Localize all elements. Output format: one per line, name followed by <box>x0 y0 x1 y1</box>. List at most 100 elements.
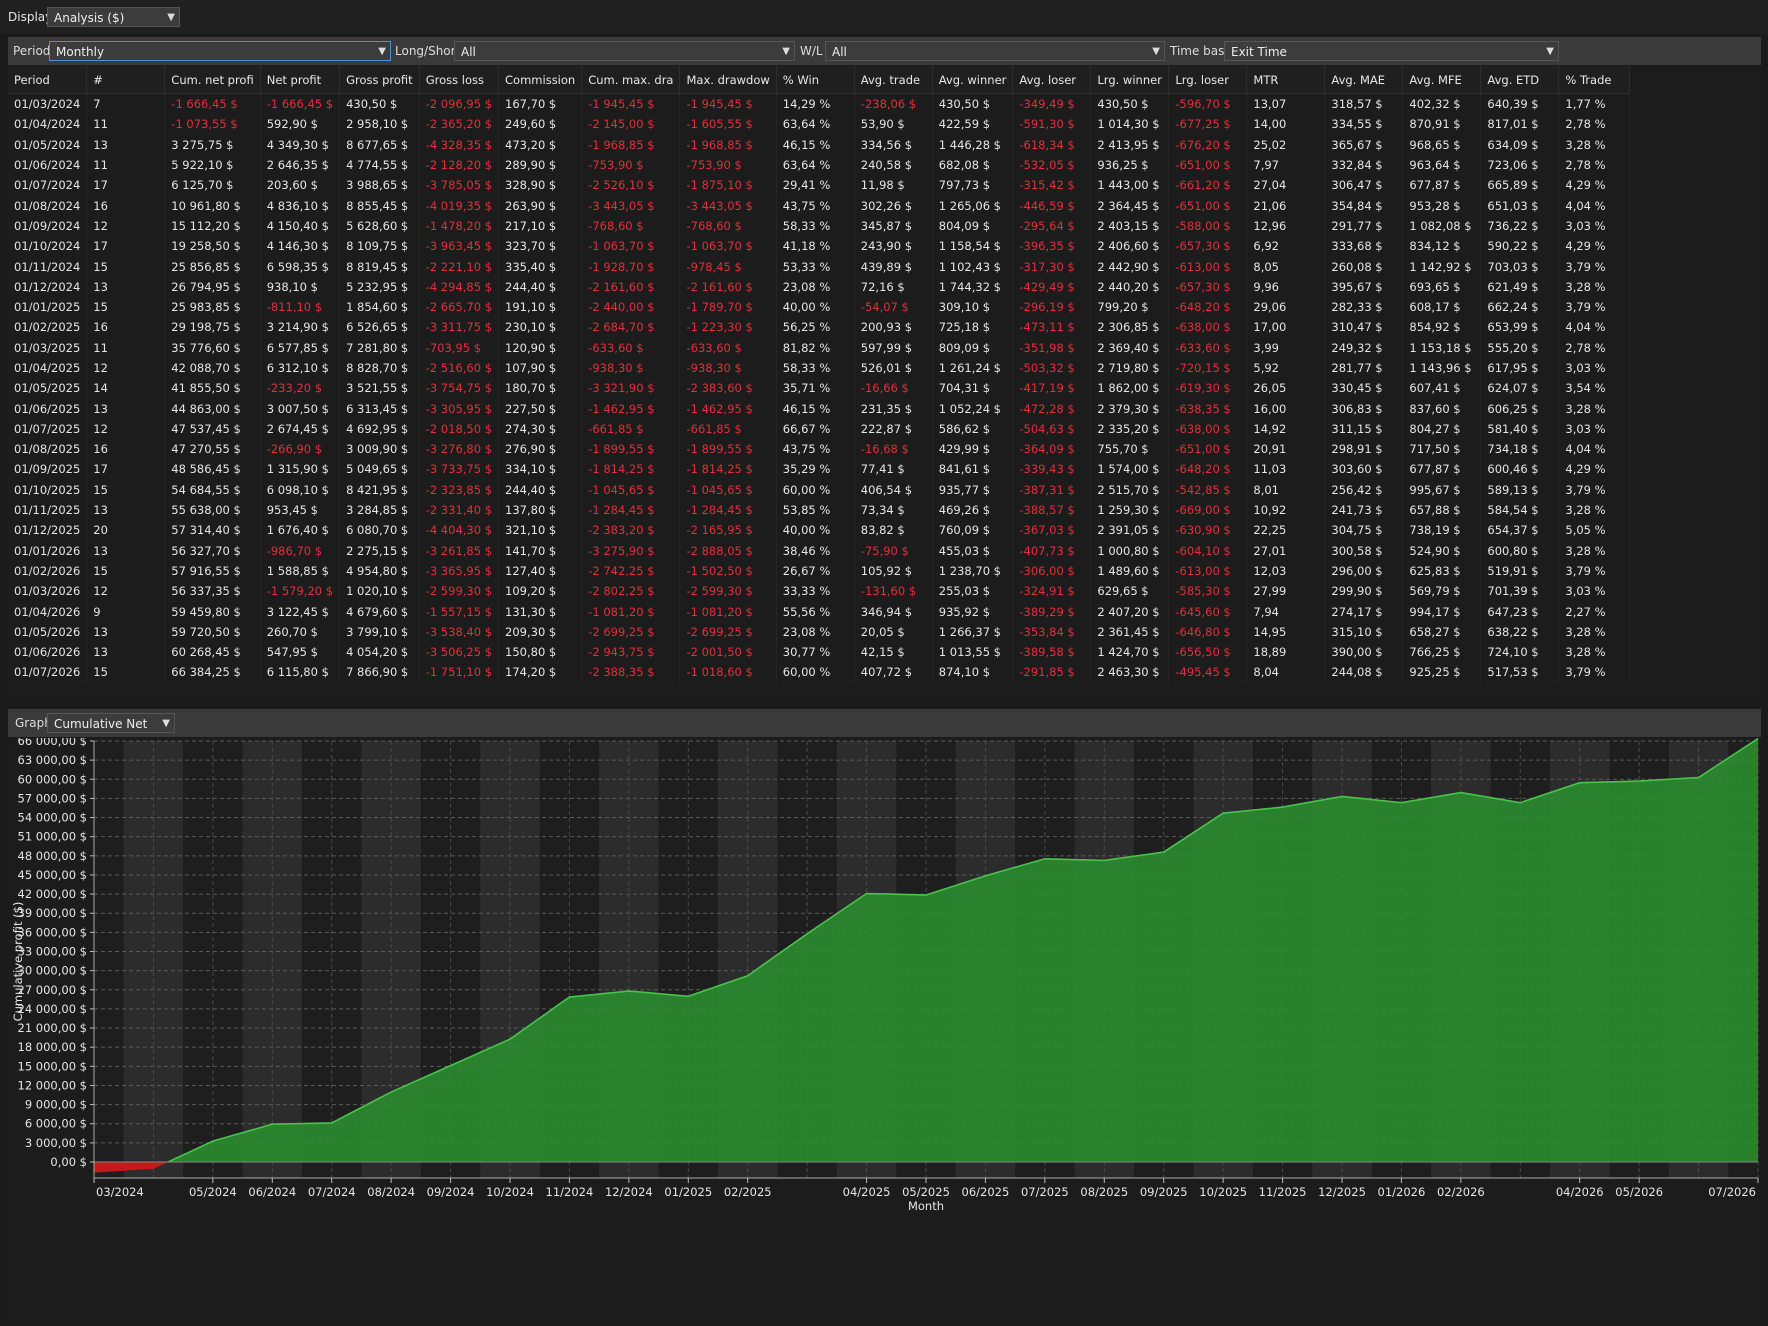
x-tick-label: 05/2024 <box>189 1185 237 1199</box>
table-cell: 328,90 $ <box>498 175 583 196</box>
table-cell: 309,10 $ <box>932 296 1014 318</box>
table-cell: 46,15 % <box>776 134 855 155</box>
table-row[interactable]: 01/04/2024 11 -1 073,55 $592,90 $2 958,10 … <box>8 114 1631 135</box>
table-row[interactable]: 01/09/2025 17 48 586,45 $1 315,90 $5 049,6… <box>8 459 1631 480</box>
table-row[interactable]: 01/07/2026 15 66 384,25 $6 115,80 $7 866,9… <box>8 662 1631 683</box>
table-cell: 13 <box>86 134 166 155</box>
table-cell: -638,35 $ <box>1168 398 1248 419</box>
longshort-select[interactable]: All ▼ <box>454 41 795 61</box>
table-row[interactable]: 01/08/2025 16 47 270,55 $ -266,90 $3 009,90… <box>8 439 1631 460</box>
column-header[interactable]: Avg. trade <box>854 66 933 94</box>
table-row[interactable]: 01/11/2024 15 25 856,85 $6 598,35 $8 819,4… <box>8 256 1631 277</box>
table-row[interactable]: 01/03/2024 7 -1 666,45 $ -1 666,45 $430,50 … <box>8 93 1631 115</box>
column-header[interactable]: Avg. MFE <box>1402 66 1482 94</box>
x-tick-label: 03/2024 <box>96 1185 144 1199</box>
table-row[interactable]: 01/06/2024 11 5 922,10 $2 646,35 $4 774,55… <box>8 154 1631 176</box>
table-cell: 334,10 $ <box>498 459 583 480</box>
table-cell: 473,20 $ <box>498 134 583 155</box>
column-header[interactable]: Avg. loser <box>1012 66 1092 94</box>
table-row[interactable]: 01/12/2024 13 26 794,95 $938,10 $5 232,95 … <box>8 276 1631 297</box>
table-row[interactable]: 01/01/2025 15 25 983,85 $ -811,10 $1 854,60… <box>8 296 1631 318</box>
table-cell: 46,15 % <box>776 398 855 419</box>
column-header[interactable]: Avg. winner <box>932 66 1014 94</box>
table-cell: -638,00 $ <box>1168 317 1248 338</box>
table-cell: 995,67 $ <box>1402 479 1482 500</box>
table-row[interactable]: 01/03/2026 12 56 337,35 $ -1 579,20 $1 020,… <box>8 581 1631 602</box>
column-header[interactable]: Avg. MAE <box>1324 66 1404 94</box>
column-header[interactable]: Gross profit <box>339 66 420 94</box>
table-cell: 555,20 $ <box>1480 337 1560 358</box>
table-cell: 3,03 % <box>1558 581 1631 602</box>
table-row[interactable]: 01/09/2024 12 15 112,20 $4 150,40 $5 628,6… <box>8 215 1631 237</box>
table-row[interactable]: 01/06/2025 13 44 863,00 $3 007,50 $6 313,4… <box>8 398 1631 419</box>
wl-select[interactable]: All ▼ <box>825 41 1165 61</box>
table-cell: 217,10 $ <box>498 215 583 237</box>
column-header[interactable]: % Win <box>776 66 855 94</box>
column-header[interactable]: Net profit <box>260 66 341 94</box>
column-header[interactable]: Max. drawdow <box>679 66 777 94</box>
display-select[interactable]: Analysis ($) ▼ <box>47 7 180 27</box>
column-header[interactable]: Cum. net profi <box>164 66 261 94</box>
column-header[interactable]: Cum. max. dra <box>581 66 681 94</box>
table-cell: 804,27 $ <box>1402 418 1482 440</box>
column-header[interactable]: Commission <box>498 66 583 94</box>
table-cell: 299,90 $ <box>1324 581 1404 602</box>
column-header[interactable]: Lrg. loser <box>1168 66 1248 94</box>
table-row[interactable]: 01/10/2025 15 54 684,55 $6 098,10 $8 421,9… <box>8 479 1631 500</box>
y-axis-title: Cumulative profit ($) <box>11 902 25 1022</box>
analysis-table-container[interactable]: Period # Cum. net profi Net profit Gross pro… <box>8 66 1761 700</box>
table-cell: 600,46 $ <box>1480 459 1560 480</box>
column-header[interactable]: % Trade <box>1558 66 1631 94</box>
table-row[interactable]: 01/05/2024 13 3 275,75 $4 349,30 $8 677,65… <box>8 134 1631 155</box>
table-cell: 3 122,45 $ <box>260 601 341 622</box>
table-row[interactable]: 01/01/2026 13 56 327,70 $ -986,70 $2 275,15… <box>8 540 1631 561</box>
table-cell: 6 080,70 $ <box>339 520 420 541</box>
table-row[interactable]: 01/10/2024 17 19 258,50 $4 146,30 $8 109,7… <box>8 236 1631 257</box>
table-row[interactable]: 01/07/2025 12 47 537,45 $2 674,45 $4 692,9… <box>8 418 1631 440</box>
table-cell: 29 198,75 $ <box>164 317 261 338</box>
table-cell: -648,20 $ <box>1168 459 1248 480</box>
timebase-select[interactable]: Exit Time ▼ <box>1224 41 1559 61</box>
column-header[interactable]: Avg. ETD <box>1480 66 1560 94</box>
table-cell: 7 281,80 $ <box>339 337 420 358</box>
table-cell: 13 <box>86 499 166 521</box>
table-row[interactable]: 01/04/2026 9 59 459,80 $3 122,45 $4 679,60… <box>8 601 1631 622</box>
table-cell: 2 958,10 $ <box>339 114 420 135</box>
table-cell: 127,40 $ <box>498 560 583 582</box>
table-cell: 180,70 $ <box>498 378 583 399</box>
table-cell: 01/10/2024 <box>8 236 88 257</box>
table-cell: -266,90 $ <box>260 439 341 460</box>
table-row[interactable]: 01/04/2025 12 42 088,70 $6 312,10 $8 828,7… <box>8 357 1631 379</box>
table-row[interactable]: 01/02/2025 16 29 198,75 $3 214,90 $6 526,6… <box>8 317 1631 338</box>
table-row[interactable]: 01/08/2024 16 10 961,80 $4 836,10 $8 855,4… <box>8 195 1631 216</box>
table-cell: 01/05/2024 <box>8 134 88 155</box>
column-header[interactable]: Period <box>8 66 88 94</box>
table-cell: -1 284,45 $ <box>581 499 681 521</box>
y-tick-label: 66 000,00 $ <box>18 738 88 748</box>
table-cell: 73,34 $ <box>854 499 933 521</box>
column-header[interactable]: Gross loss <box>419 66 500 94</box>
table-cell: 18,89 <box>1246 642 1326 663</box>
table-cell: 677,87 $ <box>1402 175 1482 196</box>
table-cell: 8 828,70 $ <box>339 357 420 379</box>
table-cell: 2 440,20 $ <box>1090 276 1170 297</box>
table-cell: 01/04/2024 <box>8 114 88 135</box>
table-row[interactable]: 01/05/2026 13 59 720,50 $260,70 $3 799,10 … <box>8 621 1631 643</box>
table-row[interactable]: 01/11/2025 13 55 638,00 $953,45 $3 284,85 … <box>8 499 1631 521</box>
graph-select[interactable]: Cumulative Net Profit ▼ <box>47 713 175 751</box>
table-row[interactable]: 01/06/2026 13 60 268,45 $547,95 $4 054,20 … <box>8 642 1631 663</box>
table-row[interactable]: 01/03/2025 11 35 776,60 $6 577,85 $7 281,8… <box>8 337 1631 358</box>
column-header[interactable]: MTR <box>1246 66 1326 94</box>
table-cell: 19 258,50 $ <box>164 236 261 257</box>
table-row[interactable]: 01/07/2024 17 6 125,70 $203,60 $3 988,65 $… <box>8 175 1631 196</box>
table-cell: 17,00 <box>1246 317 1326 338</box>
table-row[interactable]: 01/02/2026 15 57 916,55 $1 588,85 $4 954,8… <box>8 560 1631 582</box>
table-cell: -1 462,95 $ <box>581 398 681 419</box>
table-row[interactable]: 01/12/2025 20 57 314,40 $1 676,40 $6 080,7… <box>8 520 1631 541</box>
period-select[interactable]: Monthly ▼ <box>49 41 391 61</box>
table-row[interactable]: 01/05/2025 14 41 855,50 $ -233,20 $3 521,55… <box>8 378 1631 399</box>
table-cell: 16 <box>86 195 166 216</box>
table-cell: 1 158,54 $ <box>932 236 1014 257</box>
column-header[interactable]: Lrg. winner <box>1090 66 1170 94</box>
column-header[interactable]: # <box>86 66 166 94</box>
